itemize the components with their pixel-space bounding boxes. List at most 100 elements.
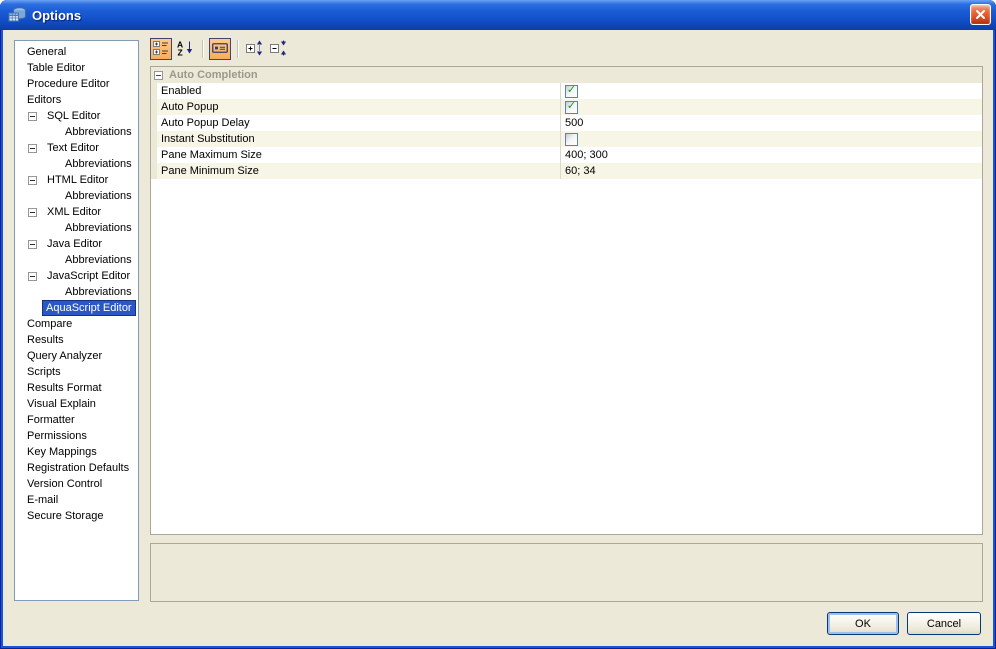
- property-name: Enabled: [157, 83, 561, 99]
- tree-item[interactable]: Compare: [15, 316, 138, 332]
- tree-item[interactable]: Visual Explain: [15, 396, 138, 412]
- tree-item-label: XML Editor: [47, 206, 102, 218]
- tree-item[interactable]: SQL Editor: [15, 108, 138, 124]
- property-name: Pane Minimum Size: [157, 163, 561, 179]
- property-name: Auto Popup Delay: [157, 115, 561, 131]
- tree-item[interactable]: Procedure Editor: [15, 76, 138, 92]
- options-category-tree: General Table Editor Procedure Editor Ed…: [14, 40, 139, 601]
- property-value-cell[interactable]: 400; 300: [561, 147, 982, 163]
- property-value-cell[interactable]: [561, 99, 982, 115]
- tree-item[interactable]: Abbreviations: [15, 220, 138, 236]
- alphabetical-sort-icon: A Z: [177, 39, 193, 59]
- expand-all-icon: [246, 40, 264, 59]
- window-title: Options: [32, 7, 82, 23]
- checkbox-icon[interactable]: [565, 100, 578, 114]
- categorized-icon: [153, 40, 169, 59]
- tree-item[interactable]: JavaScript Editor: [15, 268, 138, 284]
- property-value-cell[interactable]: 500: [561, 115, 982, 131]
- toolbar-separator: [237, 40, 238, 58]
- close-button[interactable]: [970, 4, 991, 25]
- tree-item[interactable]: Scripts: [15, 364, 138, 380]
- tree-item[interactable]: Abbreviations: [15, 252, 138, 268]
- tree-item[interactable]: Java Editor: [15, 236, 138, 252]
- property-row[interactable]: Instant Substitution: [151, 131, 982, 147]
- tree-item[interactable]: Abbreviations: [15, 124, 138, 140]
- collapse-category-icon[interactable]: [154, 70, 163, 80]
- checkbox-icon[interactable]: [565, 132, 578, 146]
- tree-item[interactable]: Text Editor: [15, 140, 138, 156]
- tree-item-label: Abbreviations: [65, 254, 132, 266]
- collapse-box-icon[interactable]: [28, 111, 37, 121]
- collapse-box-icon[interactable]: [28, 207, 37, 217]
- tree-item[interactable]: Registration Defaults: [15, 460, 138, 476]
- tree-item[interactable]: Abbreviations: [15, 188, 138, 204]
- property-value-cell[interactable]: [561, 83, 982, 99]
- cancel-button[interactable]: Cancel: [907, 612, 981, 635]
- property-value-cell[interactable]: 60; 34: [561, 163, 982, 179]
- ok-button[interactable]: OK: [827, 612, 899, 635]
- toolbar-separator: [202, 40, 203, 58]
- alphabetical-view-button[interactable]: A Z: [174, 38, 196, 60]
- tree-item-label: General: [27, 46, 67, 58]
- show-description-button[interactable]: [209, 38, 231, 60]
- tree-item[interactable]: Secure Storage: [15, 508, 138, 524]
- tree-item-label: Version Control: [27, 478, 103, 490]
- property-value-cell[interactable]: [561, 131, 982, 147]
- tree-item[interactable]: General: [15, 44, 138, 60]
- tree-item-label: Formatter: [27, 414, 75, 426]
- tree-item[interactable]: Formatter: [15, 412, 138, 428]
- tree-item-label: Abbreviations: [65, 158, 132, 170]
- collapse-box-icon[interactable]: [28, 175, 37, 185]
- tree-item-label: AquaScript Editor: [43, 301, 135, 315]
- dialog-body: General Table Editor Procedure Editor Ed…: [3, 30, 993, 646]
- expand-all-button[interactable]: [244, 38, 266, 60]
- tree-item[interactable]: XML Editor: [15, 204, 138, 220]
- property-name: Instant Substitution: [157, 131, 561, 147]
- collapse-box-icon[interactable]: [28, 143, 37, 153]
- tree-item[interactable]: E-mail: [15, 492, 138, 508]
- property-row[interactable]: Auto Popup: [151, 99, 982, 115]
- property-row[interactable]: Pane Maximum Size 400; 300: [151, 147, 982, 163]
- property-name: Auto Popup: [157, 99, 561, 115]
- tree-item-label: Table Editor: [27, 62, 86, 74]
- tree-item-label: E-mail: [27, 494, 59, 506]
- property-row[interactable]: Auto Popup Delay 500: [151, 115, 982, 131]
- tree-item-label: Secure Storage: [27, 510, 104, 522]
- tree-item-label: Query Analyzer: [27, 350, 103, 362]
- database-table-icon: [8, 7, 26, 23]
- tree-item-label: Visual Explain: [27, 398, 96, 410]
- tree-item[interactable]: Editors: [15, 92, 138, 108]
- tree-item[interactable]: Version Control: [15, 476, 138, 492]
- tree-item[interactable]: Abbreviations: [15, 156, 138, 172]
- property-row[interactable]: Enabled: [151, 83, 982, 99]
- tree-item[interactable]: Results: [15, 332, 138, 348]
- collapse-all-button[interactable]: [268, 38, 290, 60]
- tree-item-label: Scripts: [27, 366, 61, 378]
- tree-item-label: Abbreviations: [65, 126, 132, 138]
- property-row[interactable]: Pane Minimum Size 60; 34: [151, 163, 982, 179]
- tree-item[interactable]: Query Analyzer: [15, 348, 138, 364]
- tree-item-label: Registration Defaults: [27, 462, 130, 474]
- tree-item[interactable]: Abbreviations: [15, 284, 138, 300]
- tree-item[interactable]: Table Editor: [15, 60, 138, 76]
- tree-item-label: Results Format: [27, 382, 102, 394]
- tree-item-label: SQL Editor: [47, 110, 101, 122]
- categorized-view-button[interactable]: [150, 38, 172, 60]
- tree-item-label: Editors: [27, 94, 62, 106]
- tree-item[interactable]: Permissions: [15, 428, 138, 444]
- tree-item[interactable]: AquaScript Editor: [15, 300, 138, 316]
- collapse-box-icon[interactable]: [28, 239, 37, 249]
- collapse-box-icon[interactable]: [28, 271, 37, 281]
- property-grid-toolbar: A Z: [150, 37, 290, 61]
- description-panel: [150, 543, 983, 602]
- collapse-all-icon: [270, 40, 288, 59]
- svg-text:Z: Z: [178, 47, 183, 56]
- category-header[interactable]: Auto Completion: [151, 67, 982, 83]
- tree-item[interactable]: HTML Editor: [15, 172, 138, 188]
- title-bar[interactable]: Options: [0, 0, 996, 30]
- tree-item[interactable]: Key Mappings: [15, 444, 138, 460]
- checkbox-icon[interactable]: [565, 84, 578, 98]
- tree-item[interactable]: Results Format: [15, 380, 138, 396]
- tree-item-label: Text Editor: [47, 142, 99, 154]
- tree-item-label: Results: [27, 334, 64, 346]
